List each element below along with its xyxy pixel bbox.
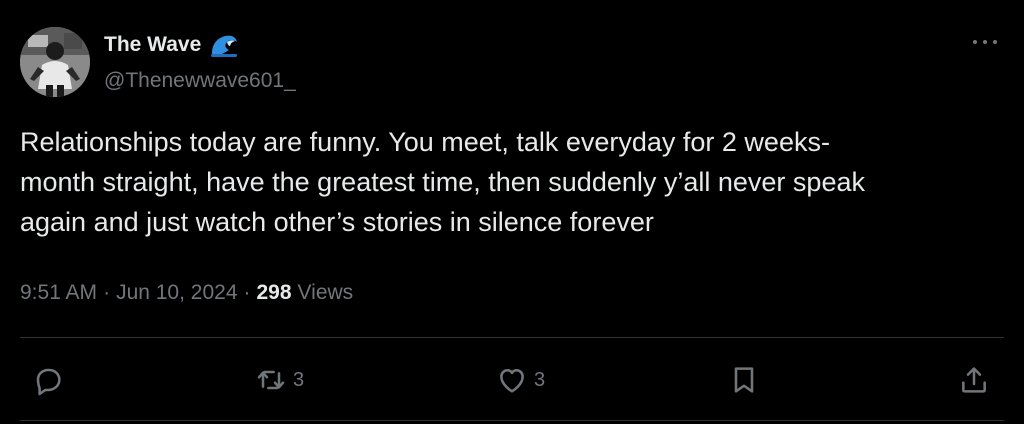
action-bar: 3 3 (20, 360, 1004, 400)
bookmark-icon (734, 367, 754, 393)
author-display-name[interactable]: The Wave (104, 32, 239, 58)
author-handle[interactable]: @Thenewwave601_ (104, 68, 296, 94)
wave-emoji-icon (211, 35, 238, 57)
views-count: 298 (256, 281, 292, 304)
dot (973, 40, 977, 44)
repost-count: 3 (293, 368, 305, 391)
tweet-text: Relationships today are funny. You meet,… (20, 127, 865, 237)
more-options-icon[interactable] (970, 30, 1000, 54)
avatar-photo-icon (20, 27, 90, 97)
dot (983, 40, 987, 44)
avatar[interactable] (20, 27, 90, 97)
divider (20, 420, 1004, 421)
divider (20, 337, 1004, 338)
views-label: Views (297, 281, 354, 304)
separator: · (103, 281, 111, 304)
display-name-text: The Wave (104, 33, 202, 56)
repost-icon (257, 370, 285, 390)
dot (993, 40, 997, 44)
tweet-time[interactable]: 9:51 AM (20, 279, 97, 307)
tweet-meta: 9:51 AM · Jun 10, 2024 · 298 Views (20, 279, 353, 307)
tweet-date[interactable]: Jun 10, 2024 (116, 279, 237, 307)
like-count: 3 (534, 368, 546, 391)
separator: · (243, 281, 251, 304)
reply-icon (36, 368, 61, 396)
heart-icon (500, 369, 524, 393)
share-button[interactable] (958, 360, 990, 400)
bookmark-button[interactable] (728, 360, 760, 400)
reply-button[interactable] (32, 360, 70, 400)
like-button[interactable]: 3 (496, 360, 545, 400)
repost-button[interactable]: 3 (255, 360, 304, 400)
share-icon (962, 367, 986, 393)
